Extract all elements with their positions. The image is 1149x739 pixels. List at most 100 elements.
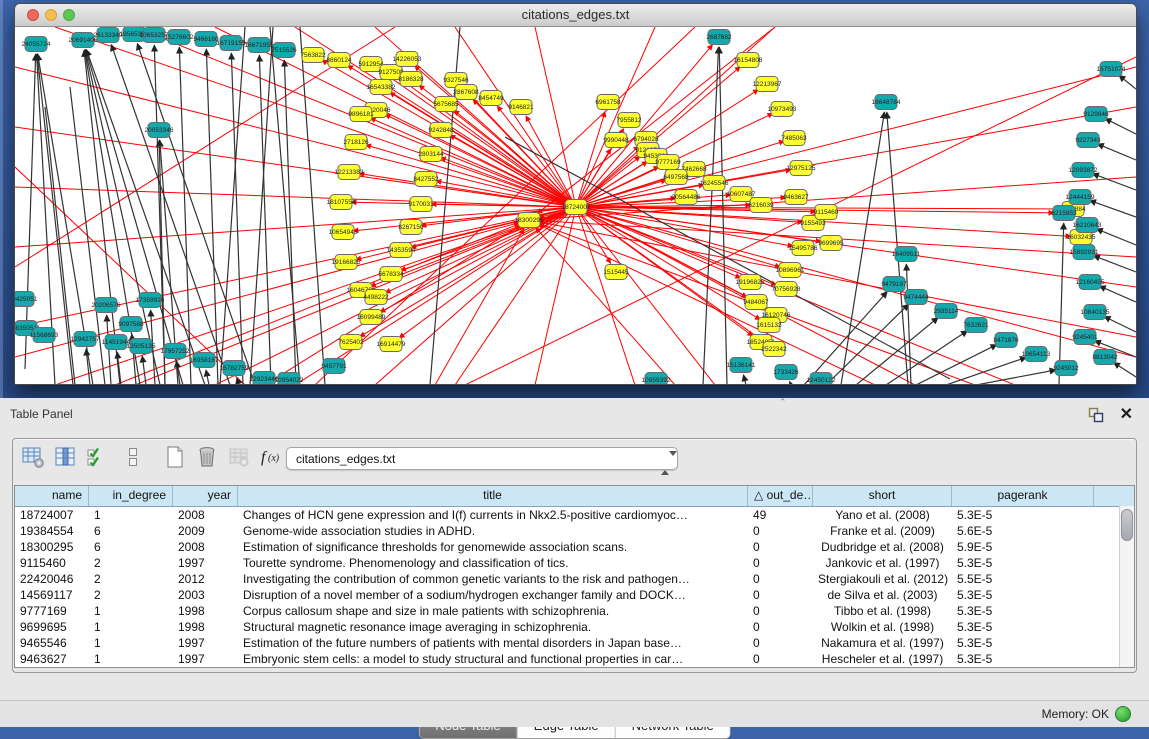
graph-node[interactable]: 16671955 (245, 38, 274, 53)
graph-node[interactable]: 16543382 (367, 80, 396, 95)
graph-node[interactable]: 16210643 (1073, 218, 1102, 233)
graph-node[interactable]: 10840135 (1081, 305, 1110, 320)
graph-node[interactable]: 16245546 (700, 176, 729, 191)
float-panel-icon[interactable] (1087, 406, 1105, 424)
scrollbar-thumb[interactable] (1121, 509, 1133, 541)
graph-node[interactable]: 10896961 (776, 263, 805, 278)
table-settings-icon[interactable] (21, 445, 45, 469)
graph-node[interactable]: 6216039 (748, 198, 774, 213)
table-row[interactable]: 911546021997Tourette syndrome. Phenomeno… (15, 555, 1134, 571)
table-row[interactable]: 969969511998Structural magnetic resonanc… (15, 619, 1134, 635)
graph-node[interactable]: 16914479 (377, 337, 406, 352)
table-mode-icon[interactable] (121, 445, 145, 469)
delete-column-icon[interactable] (195, 445, 219, 469)
network-canvas[interactable]: 1872400718300295591295491275081654338281… (15, 27, 1136, 385)
graph-node[interactable]: 20564486 (672, 190, 701, 205)
graph-node[interactable]: 9170031 (408, 197, 434, 212)
graph-node[interactable]: 2935114 (934, 304, 959, 319)
graph-node[interactable]: 2718126 (343, 135, 369, 150)
graph-node[interactable]: 8813042 (1092, 350, 1118, 365)
graph-node[interactable]: 7563822 (300, 48, 326, 63)
graph-node[interactable]: 2867608 (453, 85, 479, 100)
graph-node[interactable]: 6961758 (595, 95, 621, 110)
graph-node[interactable]: 1733426 (773, 365, 799, 380)
graph-node[interactable]: 9245012 (1053, 361, 1079, 376)
graph-node[interactable]: 9242848 (428, 123, 454, 138)
graph-node[interactable]: 24055724 (22, 37, 51, 52)
graph-node[interactable]: 12975125 (787, 161, 816, 176)
graph-node[interactable]: 8427552 (413, 172, 439, 187)
graph-node[interactable]: 7515526 (271, 43, 297, 58)
graph-node[interactable]: 12093872 (1069, 163, 1098, 178)
graph-node[interactable]: 20206576 (92, 298, 121, 313)
column-header-in_degree[interactable]: in_degree (89, 486, 173, 506)
graph-node[interactable]: 5678334 (378, 267, 404, 282)
window-titlebar[interactable]: citations_edges.txt (15, 4, 1136, 27)
graph-node[interactable]: 12213967 (753, 77, 782, 92)
graph-node[interactable]: 8267150 (398, 220, 424, 235)
graph-node[interactable]: 16409511 (892, 247, 921, 262)
graph-node[interactable]: 16154808 (734, 53, 763, 68)
vertical-scrollbar[interactable] (1119, 506, 1134, 667)
graph-node[interactable]: 18107554 (327, 195, 356, 210)
graph-node[interactable]: 9777169 (655, 155, 681, 170)
graph-node[interactable]: 9463627 (783, 190, 809, 205)
graph-node[interactable]: 9896181 (348, 107, 374, 122)
table-row[interactable]: 1456911722003Disruption of a novel membe… (15, 587, 1134, 603)
graph-node[interactable]: 8454749 (478, 91, 504, 106)
graph-node[interactable]: 10959392 (642, 373, 671, 386)
graph-node[interactable]: 9146821 (508, 100, 534, 115)
close-panel-icon[interactable]: ✕ (1120, 404, 1133, 424)
column-header-short[interactable]: short (813, 486, 952, 506)
graph-node[interactable]: 9990448 (603, 133, 629, 148)
graph-node[interactable]: 5675685 (433, 97, 459, 112)
create-column-icon[interactable] (163, 445, 187, 469)
graph-node[interactable]: 2803144 (418, 147, 444, 162)
column-header-pagerank[interactable]: pagerank (952, 486, 1094, 506)
graph-node[interactable]: 17957252 (161, 344, 190, 359)
graph-node[interactable]: 14353594 (387, 243, 416, 258)
graph-node[interactable]: 9115460 (814, 205, 839, 220)
graph-node[interactable]: 9457791 (321, 359, 347, 374)
graph-node[interactable]: 14226053 (393, 52, 422, 67)
graph-node[interactable]: 15751074 (1097, 62, 1126, 77)
graph-node[interactable]: 16648784 (872, 95, 901, 110)
graph-node[interactable]: 9699695 (818, 236, 844, 251)
graph-node[interactable]: 20053346 (145, 123, 174, 138)
graph-node[interactable]: 10654113 (1022, 347, 1051, 362)
graph-node[interactable]: 19196825 (736, 275, 765, 290)
graph-node[interactable]: 16719155 (217, 36, 246, 51)
row-check-icon[interactable] (85, 445, 109, 469)
graph-node[interactable]: 12160455 (1076, 275, 1105, 290)
graph-node[interactable]: 8860124 (326, 53, 352, 68)
graph-node[interactable]: 9245401 (1072, 330, 1098, 345)
column-header-name[interactable]: name (15, 486, 89, 506)
function-builder-icon[interactable]: f(x) (259, 445, 283, 469)
graph-node[interactable]: 70756928 (772, 282, 801, 297)
table-selector-dropdown[interactable]: citations_edges.txt (286, 447, 678, 470)
graph-node[interactable]: 17359924 (136, 293, 165, 308)
graph-node[interactable]: 12444159 (1066, 190, 1095, 205)
table-row[interactable]: 1872400712008Changes of HCN gene express… (15, 507, 1134, 523)
graph-node[interactable]: 18300295 (515, 213, 544, 228)
graph-node[interactable]: 4498222 (363, 290, 389, 305)
graph-node[interactable]: 10954022 (275, 373, 304, 386)
column-header-out_de[interactable]: △ out_de… (748, 486, 813, 506)
graph-node[interactable]: 7955812 (616, 113, 642, 128)
graph-node[interactable]: 26133340 (94, 28, 123, 43)
graph-node[interactable]: 9227343 (1075, 133, 1101, 148)
select-column-icon[interactable] (53, 445, 77, 469)
table-row[interactable]: 1830029562008Estimation of significance … (15, 539, 1134, 555)
table-row[interactable]: 977716911998Corpus callosum shape and si… (15, 603, 1134, 619)
graph-node[interactable]: 9129946 (1083, 107, 1109, 122)
table-row[interactable]: 946362711997Embryonic stem cells: a mode… (15, 651, 1134, 667)
graph-node[interactable]: 9479197 (881, 277, 907, 292)
table-row[interactable]: 2242004622012Investigating the contribut… (15, 571, 1134, 587)
graph-node[interactable]: 7632621 (963, 318, 989, 333)
column-header-title[interactable]: title (238, 486, 748, 506)
table-row[interactable]: 1938455462009Genome-wide association stu… (15, 523, 1134, 539)
graph-node[interactable]: 16099489 (357, 310, 386, 325)
graph-node[interactable]: 8186328 (398, 72, 424, 87)
graph-node[interactable]: 7625402 (338, 335, 364, 350)
graph-node[interactable]: 10654943 (329, 225, 358, 240)
